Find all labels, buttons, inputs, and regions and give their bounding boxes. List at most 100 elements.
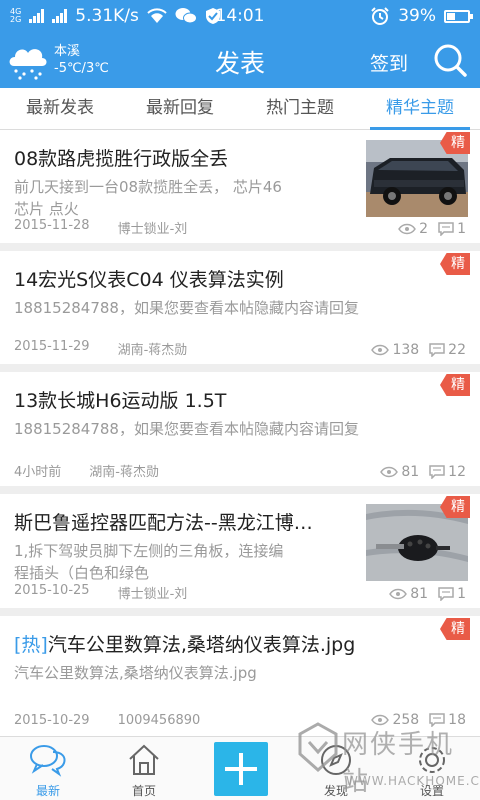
post-item[interactable]: [热]汽车公里数算法,桑塔纳仪表算法.jpg 汽车公里数算法,桑塔纳仪表算法.j…: [0, 616, 480, 734]
featured-badge: 精: [440, 374, 470, 396]
comment-icon: [429, 713, 445, 727]
comment-icon: [429, 343, 445, 357]
reply-count: 18: [448, 712, 466, 728]
alarm-icon: [371, 7, 389, 25]
tab-latest-replies[interactable]: 最新回复: [120, 88, 240, 129]
comment-icon: [438, 222, 454, 236]
post-date: 2015-10-29: [14, 713, 90, 728]
nav-find-label: 发现: [323, 784, 348, 798]
nav-latest-label: 最新: [35, 784, 60, 798]
new-post-button[interactable]: [214, 742, 268, 796]
battery-icon: [444, 9, 473, 23]
chat-bubbles-icon: [30, 745, 66, 777]
reply-count: 1: [457, 586, 466, 602]
post-title: 13款长城H6运动版 1.5T: [14, 390, 227, 412]
post-author: 湖南-蒋杰勋: [89, 465, 159, 480]
nav-home-label: 首页: [131, 784, 156, 798]
nav-home[interactable]: 首页: [96, 737, 192, 800]
network-type-tags: 4G 2G: [10, 8, 21, 24]
view-count: 138: [392, 342, 420, 358]
post-item[interactable]: 14宏光S仪表C04 仪表算法实例 18815284788，如果您要查看本帖隐藏…: [0, 251, 480, 372]
app-header: 本溪 -5℃/3℃ 发表 签到: [0, 32, 480, 88]
signal-2-icon: [52, 9, 68, 23]
post-author: 湖南-蒋杰勋: [117, 343, 188, 358]
gear-icon: [419, 747, 445, 773]
post-author: 博士锁业-刘: [117, 222, 188, 237]
eye-icon: [371, 344, 390, 356]
post-author: 1009456890: [117, 713, 201, 728]
post-excerpt-line: 18815284788，如果您要查看本帖隐藏内容请回复: [14, 299, 359, 317]
nav-settings[interactable]: 设置: [384, 737, 480, 800]
post-stats: 138 22: [371, 342, 466, 358]
network-tag-2g: 2G: [10, 15, 22, 24]
weather-city: 本溪: [54, 44, 81, 59]
home-icon: [129, 744, 159, 775]
wifi-icon: [147, 8, 167, 23]
post-meta: 2015-11-29 湖南-蒋杰勋: [14, 339, 187, 358]
net-speed: 5.31K/s: [75, 6, 139, 26]
post-author: 博士锁业-刘: [117, 587, 188, 602]
post-meta: 2015-11-28 博士锁业-刘: [14, 218, 187, 237]
post-item[interactable]: 13款长城H6运动版 1.5T 18815284788，如果您要查看本帖隐藏内容…: [0, 372, 480, 494]
nav-settings-label: 设置: [419, 784, 444, 798]
post-excerpt: 前几天接到一台08款揽胜全丢， 芯片46 芯片 点火: [14, 176, 354, 220]
hot-tag: [热]: [14, 634, 48, 656]
featured-badge: 精: [440, 253, 470, 275]
reply-count: 1: [457, 221, 466, 237]
post-meta: 4小时前 湖南-蒋杰勋: [14, 461, 159, 480]
post-title: 08款路虎揽胜行政版全丢: [14, 148, 229, 170]
post-excerpt-line: 1,拆下驾驶员脚下左侧的三角板，连接编: [14, 542, 284, 560]
comment-icon: [429, 465, 445, 479]
eye-icon: [380, 466, 399, 478]
post-excerpt: 1,拆下驾驶员脚下左侧的三角板，连接编 程插头（白色和绿色: [14, 540, 359, 584]
tab-hot-topics[interactable]: 热门主题: [240, 88, 360, 129]
comment-icon: [438, 587, 454, 601]
post-title: 14宏光S仪表C04 仪表算法实例: [14, 269, 284, 291]
post-item[interactable]: 斯巴鲁遥控器匹配方法--黑龙江博… 1,拆下驾驶员脚下左侧的三角板，连接编 程插…: [0, 494, 480, 616]
battery-percent: 39%: [398, 6, 436, 26]
plus-icon: [225, 753, 257, 785]
post-stats: 258 18: [371, 712, 466, 728]
post-list: 08款路虎揽胜行政版全丢 前几天接到一台08款揽胜全丢， 芯片46 芯片 点火 …: [0, 130, 480, 734]
view-count: 81: [401, 464, 420, 480]
nav-find[interactable]: 发现: [288, 737, 384, 800]
post-excerpt-line: 18815284788，如果您要查看本帖隐藏内容请回复: [14, 420, 359, 438]
post-excerpt-line: 前几天接到一台08款揽胜全丢， 芯片46: [14, 178, 282, 196]
weather-temp: -5℃/3℃: [54, 61, 109, 76]
post-excerpt-line: 芯片 点火: [14, 200, 79, 218]
tab-featured-topics[interactable]: 精华主题: [360, 88, 480, 130]
eye-icon: [371, 714, 390, 726]
shield-icon: [205, 8, 220, 24]
post-excerpt: 18815284788，如果您要查看本帖隐藏内容请回复: [14, 418, 464, 440]
cloud-snow-icon: [9, 49, 47, 80]
compass-icon: [321, 745, 351, 775]
post-stats: 81 12: [380, 464, 466, 480]
reply-count: 12: [448, 464, 466, 480]
eye-icon: [398, 223, 417, 235]
post-excerpt-line: 汽车公里数算法,桑塔纳仪表算法.jpg: [14, 664, 257, 682]
post-meta: 2015-10-25 博士锁业-刘: [14, 583, 187, 602]
post-excerpt-line: 程插头（白色和绿色: [14, 564, 150, 582]
nav-latest[interactable]: 最新: [0, 737, 96, 800]
weather-widget[interactable]: 本溪 -5℃/3℃: [6, 40, 109, 80]
post-date: 4小时前: [14, 465, 62, 480]
post-item[interactable]: 08款路虎揽胜行政版全丢 前几天接到一台08款揽胜全丢， 芯片46 芯片 点火 …: [0, 130, 480, 251]
post-meta: 2015-10-29 1009456890: [14, 713, 200, 728]
category-tabs: 最新发表 最新回复 热门主题 精华主题: [0, 88, 480, 130]
post-stats: 2 1: [398, 221, 466, 237]
tab-latest-posts[interactable]: 最新发表: [0, 88, 120, 129]
eye-icon: [389, 588, 408, 600]
post-excerpt: 18815284788，如果您要查看本帖隐藏内容请回复: [14, 297, 464, 319]
view-count: 2: [419, 221, 429, 237]
view-count: 81: [410, 586, 429, 602]
post-date: 2015-11-29: [14, 339, 90, 354]
post-title-text: 汽车公里数算法,桑塔纳仪表算法.jpg: [47, 634, 356, 656]
signin-button[interactable]: 签到: [370, 49, 408, 76]
post-stats: 81 1: [389, 586, 466, 602]
status-bar: 4G 2G 5.31K/s 14:01 39%: [0, 0, 480, 32]
search-icon[interactable]: [432, 42, 468, 78]
post-title: 斯巴鲁遥控器匹配方法--黑龙江博…: [14, 512, 313, 534]
wechat-icon: [175, 8, 197, 24]
post-excerpt: 汽车公里数算法,桑塔纳仪表算法.jpg: [14, 662, 464, 684]
signal-icon: [29, 9, 45, 23]
